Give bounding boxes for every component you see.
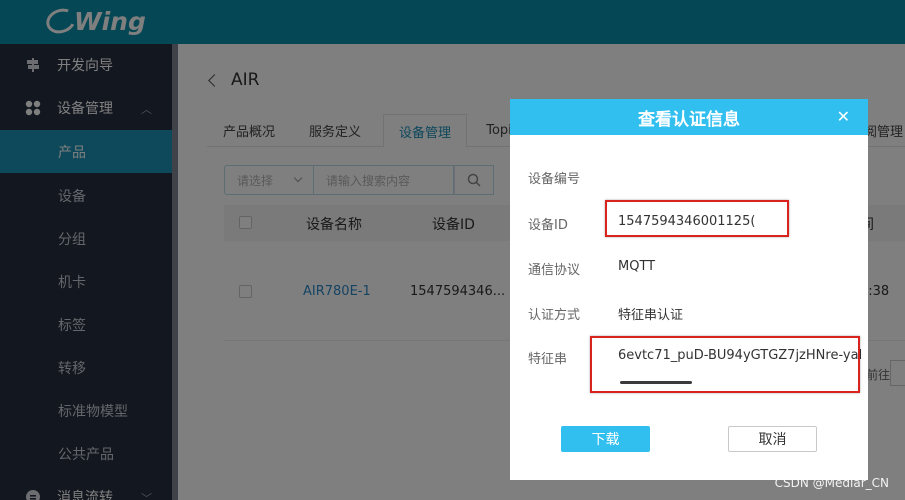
auth-method-value: 特征串认证 (618, 308, 684, 323)
cancel-button[interactable]: 取消 (728, 426, 817, 452)
dialog-header: 查看认证信息 ✕ (510, 99, 868, 135)
feature-string-label: 特征串 (528, 352, 568, 367)
auth-info-dialog: 查看认证信息 ✕ 设备编号 设备ID 1547594346001125( 通信协… (510, 99, 868, 480)
dialog-title: 查看认证信息 (638, 109, 740, 130)
close-icon[interactable]: ✕ (837, 107, 850, 126)
device-id-highlight (605, 200, 789, 237)
watermark: CSDN @Medlar_CN (774, 476, 889, 490)
auth-method-label: 认证方式 (528, 308, 581, 323)
protocol-value: MQTT (618, 259, 656, 274)
protocol-label: 通信协议 (528, 263, 581, 278)
device-id-label: 设备ID (528, 218, 568, 233)
device-no-label: 设备编号 (528, 172, 581, 187)
download-button[interactable]: 下载 (561, 426, 650, 452)
feature-string-highlight (590, 336, 860, 393)
